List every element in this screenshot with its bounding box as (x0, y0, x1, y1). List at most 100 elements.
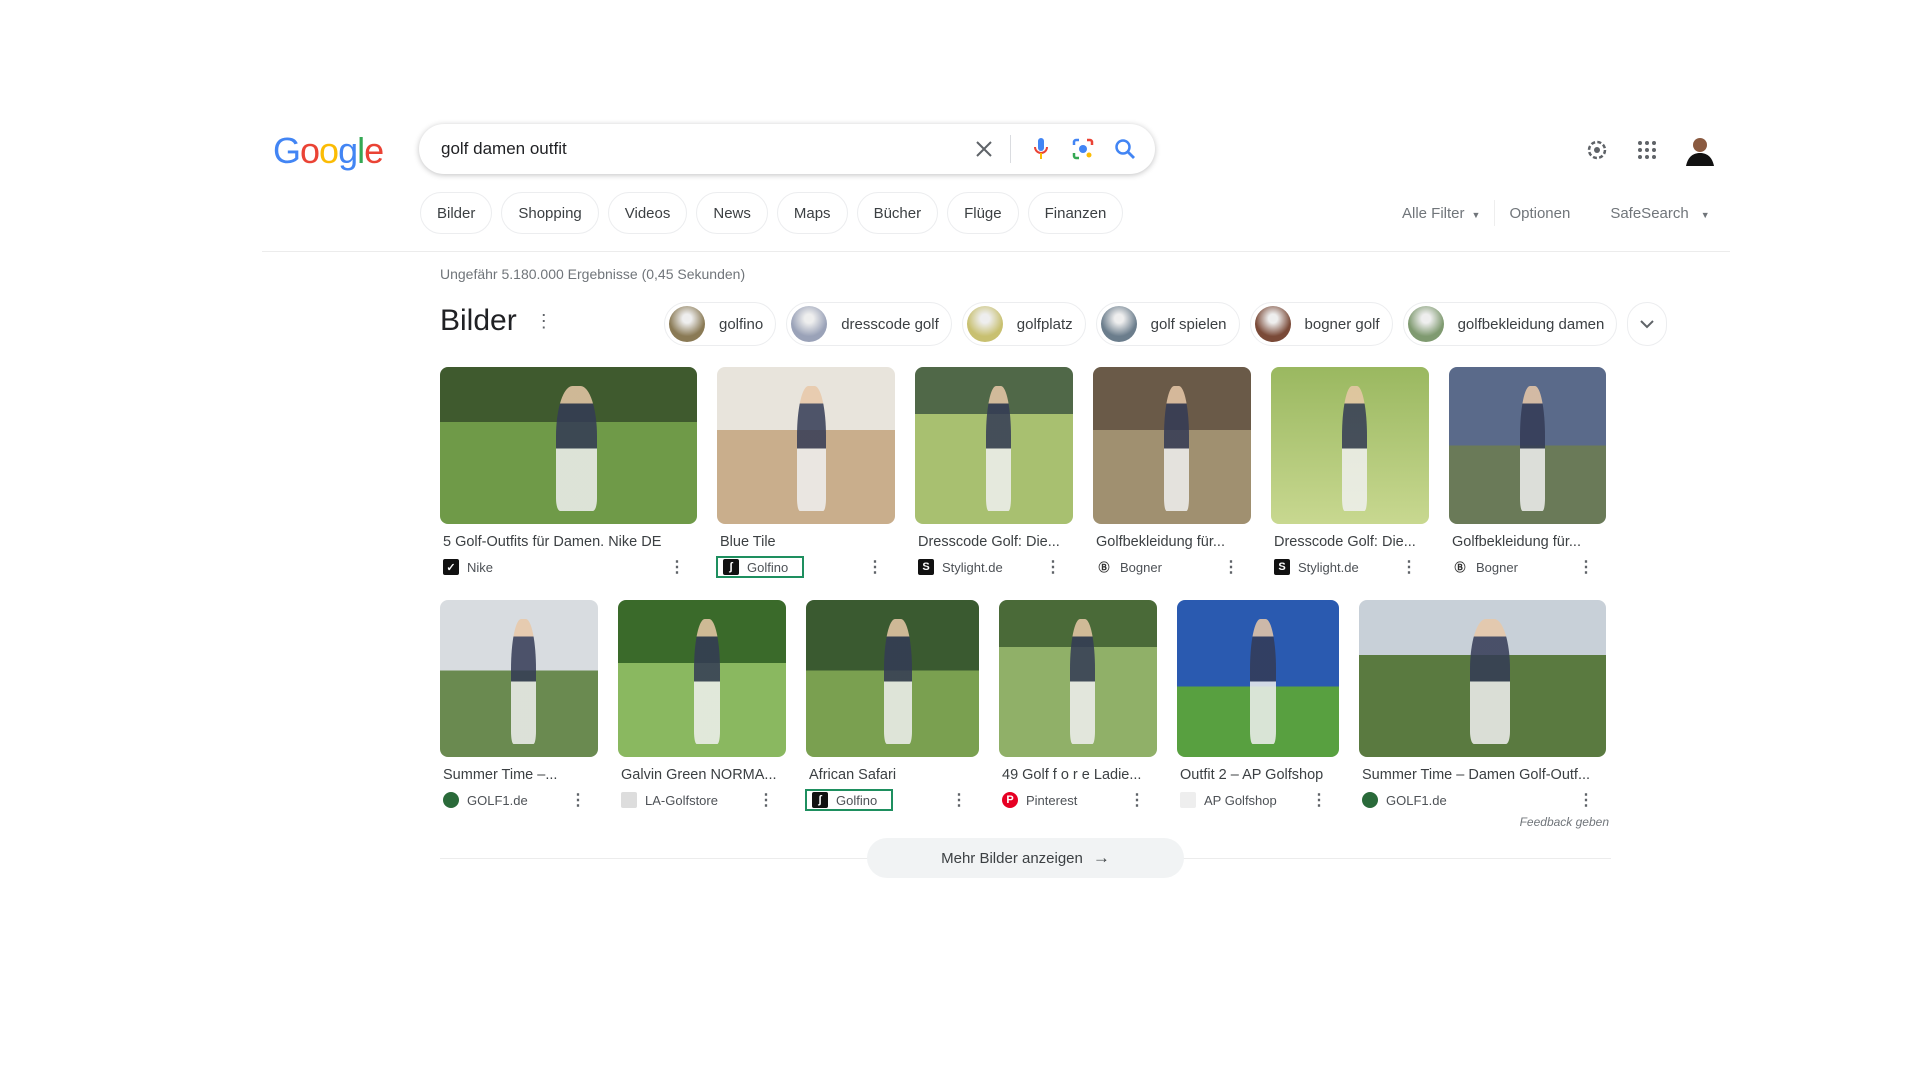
result-title[interactable]: Summer Time – Damen Golf-Outf... (1359, 767, 1606, 783)
result-image[interactable] (915, 367, 1073, 524)
more-options-icon[interactable]: ⋮ (1045, 557, 1061, 577)
image-result[interactable]: 5 Golf-Outfits für Damen. Nike DE ✓ Nike ⋮ (440, 367, 697, 578)
tab-shopping[interactable]: Shopping (501, 192, 599, 234)
chip-label: golfino (719, 315, 764, 333)
image-result[interactable]: Dresscode Golf: Die... S Stylight.de ⋮ (915, 367, 1073, 578)
avatar[interactable] (1683, 133, 1717, 167)
result-image[interactable] (1271, 367, 1429, 524)
result-image[interactable] (717, 367, 895, 524)
result-title[interactable]: Dresscode Golf: Die... (1271, 534, 1429, 550)
result-source[interactable]: ʃ Golfino ⋮ (716, 556, 895, 578)
result-title[interactable]: Galvin Green NORMA... (618, 767, 786, 783)
result-image[interactable] (440, 367, 697, 524)
options-button[interactable]: Optionen (1509, 205, 1570, 222)
image-result[interactable]: 49 Golf f o r e Ladie... P Pinterest ⋮ (999, 600, 1157, 811)
search-icon[interactable] (1113, 137, 1137, 161)
result-source[interactable]: LA-Golfstore ⋮ (618, 789, 786, 811)
search-input[interactable] (441, 139, 954, 159)
tab-flüge[interactable]: Flüge (947, 192, 1019, 234)
related-chip[interactable]: golfplatz (961, 302, 1086, 346)
related-chip[interactable]: golf spielen (1095, 302, 1240, 346)
source-label: Ⓑ Bogner (1096, 559, 1162, 575)
related-chip[interactable]: bogner golf (1249, 302, 1393, 346)
related-chip[interactable]: golfino (664, 302, 777, 346)
result-source[interactable]: P Pinterest ⋮ (999, 789, 1157, 811)
result-title[interactable]: Golfbekleidung für... (1449, 534, 1606, 550)
related-chip[interactable]: dresscode golf (786, 302, 952, 346)
result-image[interactable] (1449, 367, 1606, 524)
result-source[interactable]: Ⓑ Bogner ⋮ (1093, 556, 1251, 578)
result-title[interactable]: 49 Golf f o r e Ladie... (999, 767, 1157, 783)
more-options-icon[interactable]: ⋮ (867, 557, 883, 577)
result-title[interactable]: 5 Golf-Outfits für Damen. Nike DE (440, 534, 697, 550)
tab-news[interactable]: News (696, 192, 768, 234)
person-figure (1164, 385, 1190, 512)
image-result[interactable]: African Safari ʃ Golfino ⋮ (805, 600, 979, 811)
image-result[interactable]: Outfit 2 – AP Golfshop AP Golfshop ⋮ (1177, 600, 1339, 811)
result-image[interactable] (1359, 600, 1606, 757)
image-result[interactable]: Dresscode Golf: Die... S Stylight.de ⋮ (1271, 367, 1429, 578)
result-source[interactable]: AP Golfshop ⋮ (1177, 789, 1339, 811)
more-options-icon[interactable]: ⋮ (1129, 790, 1145, 810)
result-title[interactable]: African Safari (806, 767, 979, 783)
image-result[interactable]: Golfbekleidung für... Ⓑ Bogner ⋮ (1449, 367, 1606, 578)
image-result[interactable]: Summer Time –... GOLF1.de ⋮ (440, 600, 598, 811)
golfino-icon: ʃ (723, 559, 739, 575)
result-source[interactable]: Ⓑ Bogner ⋮ (1449, 556, 1606, 578)
more-images-button[interactable]: Mehr Bilder anzeigen → (867, 838, 1184, 878)
tab-videos[interactable]: Videos (607, 192, 688, 234)
person-figure (1249, 618, 1276, 745)
result-image[interactable] (999, 600, 1157, 757)
result-title[interactable]: Blue Tile (717, 534, 895, 550)
image-result[interactable]: Blue Tile ʃ Golfino ⋮ (716, 367, 895, 578)
more-options-icon[interactable]: ⋮ (1223, 557, 1239, 577)
more-options-icon[interactable]: ⋮ (1401, 557, 1417, 577)
result-title[interactable]: Golfbekleidung für... (1093, 534, 1251, 550)
more-options-icon[interactable]: ⋮ (1311, 790, 1327, 810)
result-source[interactable]: GOLF1.de ⋮ (1359, 789, 1606, 811)
more-options-icon[interactable]: ⋮ (669, 557, 685, 577)
clear-icon[interactable] (972, 137, 996, 161)
person-figure (1470, 618, 1510, 745)
more-options-icon[interactable]: ⋮ (1578, 790, 1594, 810)
result-image[interactable] (440, 600, 598, 757)
result-title[interactable]: Dresscode Golf: Die... (915, 534, 1073, 550)
result-image[interactable] (1177, 600, 1339, 757)
microphone-icon[interactable] (1029, 137, 1053, 161)
tab-bilder[interactable]: Bilder (420, 192, 493, 234)
result-image[interactable] (1093, 367, 1251, 524)
image-result[interactable]: Galvin Green NORMA... LA-Golfstore ⋮ (618, 600, 786, 811)
result-source[interactable]: GOLF1.de ⋮ (440, 789, 598, 811)
expand-related-button[interactable] (1627, 302, 1668, 346)
safesearch-button[interactable]: SafeSearch ▼ (1610, 205, 1709, 222)
apps-grid-icon[interactable] (1633, 136, 1661, 164)
related-chip[interactable]: golfbekleidung damen (1402, 302, 1618, 346)
tab-finanzen[interactable]: Finanzen (1027, 192, 1124, 234)
more-options-icon[interactable]: ⋮ (570, 790, 586, 810)
caret-down-icon: ▼ (1700, 209, 1710, 220)
more-options-icon[interactable]: ⋮ (1578, 557, 1594, 577)
result-source[interactable]: S Stylight.de ⋮ (1271, 556, 1429, 578)
image-result[interactable]: Summer Time – Damen Golf-Outf... GOLF1.de… (1359, 600, 1606, 811)
more-options-icon[interactable]: ⋮ (535, 312, 553, 330)
caret-down-icon: ▼ (1471, 209, 1481, 220)
person-figure (1519, 385, 1545, 512)
image-result[interactable]: Golfbekleidung für... Ⓑ Bogner ⋮ (1093, 367, 1251, 578)
camera-lens-icon[interactable] (1071, 137, 1095, 161)
tab-bücher[interactable]: Bücher (856, 192, 939, 234)
result-source[interactable]: ʃ Golfino ⋮ (805, 789, 979, 811)
settings-gear-icon[interactable] (1583, 136, 1611, 164)
chip-label: golfbekleidung damen (1457, 315, 1605, 333)
result-image[interactable] (618, 600, 786, 757)
google-logo[interactable]: Google (273, 130, 384, 172)
result-title[interactable]: Summer Time –... (440, 767, 598, 783)
more-options-icon[interactable]: ⋮ (758, 790, 774, 810)
result-source[interactable]: S Stylight.de ⋮ (915, 556, 1073, 578)
result-source[interactable]: ✓ Nike ⋮ (440, 556, 697, 578)
result-title[interactable]: Outfit 2 – AP Golfshop (1177, 767, 1339, 783)
result-image[interactable] (806, 600, 979, 757)
feedback-link[interactable]: Feedback geben (1509, 815, 1609, 829)
more-options-icon[interactable]: ⋮ (951, 790, 967, 810)
tab-maps[interactable]: Maps (776, 192, 848, 234)
all-filters-button[interactable]: Alle Filter ▼ (1402, 205, 1480, 222)
